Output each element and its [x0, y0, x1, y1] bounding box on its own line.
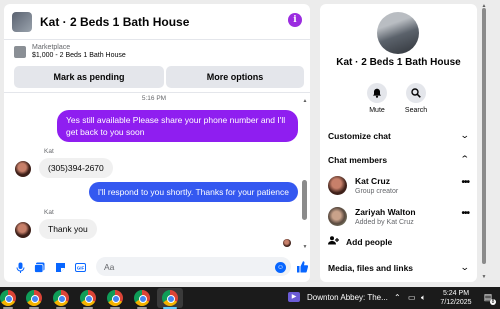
- message-input[interactable]: [96, 257, 291, 276]
- chat-members-row[interactable]: Chat members ⌃: [328, 154, 471, 165]
- chat-panel: Kat · 2 Beds 1 Bath House i Marketplace …: [4, 4, 310, 282]
- chrome-app-icon[interactable]: [80, 290, 96, 306]
- message-timestamp: 5:16 PM: [141, 95, 167, 102]
- search-button[interactable]: Search: [396, 83, 436, 114]
- clock-date: 7/12/2025: [440, 299, 472, 306]
- scroll-down-arrow-icon[interactable]: ▼: [481, 274, 487, 280]
- listing-thumbnail: [14, 45, 26, 58]
- message-sender: Kat: [44, 209, 54, 216]
- message-bubble-outgoing[interactable]: I'll respond to you shortly. Thanks for …: [88, 182, 298, 202]
- mark-as-pending-button[interactable]: Mark as pending: [14, 66, 164, 88]
- member-role: Group creator: [355, 188, 399, 195]
- more-options-icon[interactable]: •••: [461, 208, 469, 219]
- conversation-avatar[interactable]: [377, 12, 419, 54]
- volume-icon[interactable]: 🔈︎: [421, 293, 426, 303]
- chrome-app-icon[interactable]: [53, 290, 69, 306]
- chat-info-panel: Kat · 2 Beds 1 Bath House Mute Search Cu…: [320, 4, 477, 282]
- message-composer: GIF ☺: [4, 254, 310, 282]
- bell-icon: [367, 83, 387, 103]
- more-options-icon[interactable]: •••: [461, 177, 469, 188]
- chrome-app-icon[interactable]: [0, 290, 16, 306]
- gif-icon[interactable]: GIF: [75, 262, 86, 273]
- message-bubble-incoming[interactable]: Thank you: [39, 219, 97, 239]
- search-icon: [406, 83, 426, 103]
- info-icon[interactable]: i: [288, 13, 302, 27]
- emoji-icon[interactable]: ☺: [275, 262, 286, 273]
- sticker-icon[interactable]: [55, 262, 66, 273]
- chat-members-label: Chat members: [328, 154, 388, 165]
- chrome-app-icon[interactable]: [134, 290, 150, 306]
- thumbs-up-icon[interactable]: [296, 260, 309, 274]
- taskbar: ▶ Downton Abbey: The... ⌃ ▭ 🔈︎ 5:24 PM 7…: [0, 287, 500, 309]
- add-person-icon: [328, 236, 340, 247]
- seen-receipt-avatar: [283, 239, 291, 247]
- member-name: Zariyah Walton: [355, 207, 416, 217]
- scroll-down-arrow-icon[interactable]: ▼: [302, 244, 308, 250]
- member-row[interactable]: Kat Cruz Group creator •••: [328, 174, 470, 198]
- add-people-label: Add people: [346, 236, 393, 247]
- search-label: Search: [404, 107, 428, 114]
- header-divider: [4, 39, 310, 40]
- chevron-up-icon: ⌃: [460, 154, 471, 164]
- chat-title[interactable]: Kat · 2 Beds 1 Bath House: [40, 15, 189, 29]
- actions-divider: [4, 92, 310, 93]
- svg-text:GIF: GIF: [77, 266, 85, 271]
- more-options-button[interactable]: More options: [166, 66, 304, 88]
- scrollbar-thumb[interactable]: [302, 180, 307, 220]
- system-clock[interactable]: 5:24 PM 7/12/2025: [435, 289, 477, 307]
- media-files-links-label: Media, files and links: [328, 262, 414, 273]
- message-bubble-incoming[interactable]: (305)394-2670: [39, 158, 113, 178]
- conversation-title: Kat · 2 Beds 1 Bath House: [336, 57, 461, 68]
- scroll-up-arrow-icon[interactable]: ▲: [302, 98, 308, 104]
- customize-chat-row[interactable]: Customize chat ⌄: [328, 130, 471, 141]
- member-row[interactable]: Zariyah Walton Added by Kat Cruz •••: [328, 205, 470, 229]
- gallery-icon[interactable]: [34, 262, 45, 273]
- add-people-button[interactable]: Add people: [328, 236, 392, 247]
- customize-chat-label: Customize chat: [328, 130, 391, 141]
- media-title: Downton Abbey: The...: [307, 292, 388, 302]
- message-list: 5:16 PM Yes still available Please share…: [4, 94, 310, 250]
- message-bubble-outgoing[interactable]: Yes still available Please share your ph…: [57, 110, 298, 142]
- mute-label: Mute: [369, 107, 385, 114]
- member-role: Added by Kat Cruz: [355, 219, 414, 226]
- chrome-app-icon[interactable]: [26, 290, 42, 306]
- media-widget[interactable]: ▶ Downton Abbey: The...: [288, 292, 388, 302]
- chat-header: Kat · 2 Beds 1 Bath House i: [4, 4, 310, 39]
- media-play-icon: ▶: [288, 292, 300, 302]
- microphone-icon[interactable]: [15, 262, 26, 273]
- member-avatar[interactable]: [328, 176, 347, 195]
- member-name: Kat Cruz: [355, 176, 390, 186]
- sender-avatar[interactable]: [15, 161, 31, 177]
- message-scrollbar[interactable]: ▲ ▼: [302, 98, 308, 250]
- clock-time: 5:24 PM: [442, 290, 470, 297]
- listing-category: Marketplace: [32, 44, 71, 51]
- scrollbar-thumb[interactable]: [482, 8, 486, 264]
- member-avatar[interactable]: [328, 207, 347, 226]
- mute-button[interactable]: Mute: [357, 83, 397, 114]
- chevron-up-icon[interactable]: ⌃: [394, 293, 401, 302]
- chevron-down-icon: ⌄: [460, 130, 471, 140]
- chrome-app-icon[interactable]: [107, 290, 123, 306]
- media-files-links-row[interactable]: Media, files and links ⌄: [328, 262, 471, 273]
- chrome-app-icon[interactable]: [162, 290, 178, 306]
- chevron-down-icon: ⌄: [460, 262, 471, 272]
- notification-badge: 8: [490, 299, 496, 305]
- info-panel-scrollbar[interactable]: ▲ ▼: [481, 3, 487, 282]
- message-sender: Kat: [44, 148, 54, 155]
- listing-avatar[interactable]: [12, 11, 32, 32]
- network-icon[interactable]: ▭: [408, 293, 416, 302]
- listing-name: $1,000 - 2 Beds 1 Bath House: [32, 52, 126, 59]
- sender-avatar[interactable]: [15, 222, 31, 238]
- notification-icon[interactable]: ▤ 8: [482, 291, 496, 305]
- marketplace-listing[interactable]: Marketplace $1,000 - 2 Beds 1 Bath House: [14, 44, 126, 59]
